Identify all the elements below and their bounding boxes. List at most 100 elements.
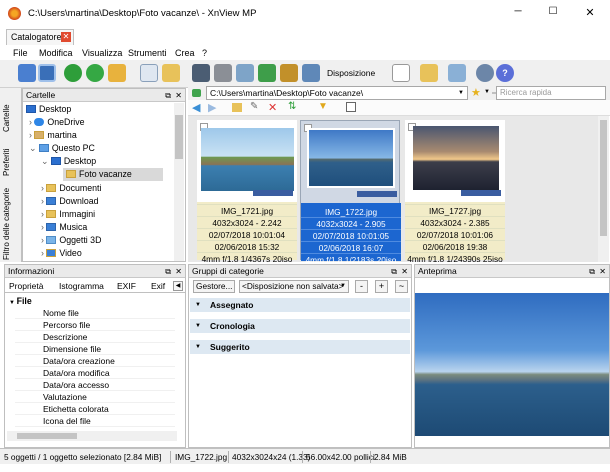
prop-row: Nome file <box>15 307 175 319</box>
export-icon[interactable] <box>236 64 254 82</box>
folders-scrollbar[interactable] <box>174 103 184 261</box>
undock-icon[interactable]: ⧉ <box>391 265 397 278</box>
menu-help[interactable]: ? <box>202 48 207 58</box>
undock-icon[interactable]: ⧉ <box>589 265 595 278</box>
tree-label: Immagini <box>59 209 96 219</box>
tree-icon[interactable] <box>448 64 466 82</box>
thumb-info-exif: 4mm f/1.8 1/4367s 20iso <box>197 252 297 264</box>
scrollbar-thumb[interactable] <box>17 433 77 439</box>
tree-item-desktop[interactable]: Desktop <box>26 103 71 116</box>
print-icon[interactable] <box>214 64 232 82</box>
tree-item-foto-vacanze[interactable]: Foto vacanze <box>63 168 163 181</box>
layout-dropdown[interactable]: Disposizione ▼ <box>327 66 383 93</box>
back-arrow-icon[interactable]: ◀ <box>192 101 200 114</box>
tab-istogramma[interactable]: Istogramma <box>59 279 104 293</box>
tab-catalogatore[interactable]: Catalogatore ✕ <box>6 29 74 45</box>
slideshow-icon[interactable] <box>280 64 298 82</box>
thumb-filename: IMG_1721.jpg <box>197 204 297 216</box>
file-icon[interactable] <box>140 64 158 82</box>
tree-label: Oggetti 3D <box>59 235 102 245</box>
tree-item-oggetti-3d[interactable]: › Oggetti 3D <box>41 234 101 247</box>
tree-item-documenti[interactable]: › Documenti <box>41 182 101 195</box>
manage-button[interactable]: Gestore... <box>193 280 235 293</box>
filter-icon[interactable]: ▼ <box>318 101 328 112</box>
section-header-file[interactable]: ▼ File <box>9 295 169 307</box>
chevron-down-icon[interactable]: ▼ <box>458 87 464 99</box>
layout-select[interactable]: <Disposizione non salvata> ▼ <box>239 280 349 293</box>
thumbnail-card[interactable]: IMG_1721.jpg 4032x3024 - 2.242 02/07/201… <box>197 120 297 264</box>
minus-button[interactable]: - <box>355 280 368 293</box>
quick-search-input[interactable]: Ricerca rapida <box>496 86 606 100</box>
tree-item-onedrive[interactable]: › OneDrive <box>29 116 85 129</box>
view-mode-icon[interactable] <box>392 64 410 82</box>
group-cronologia[interactable]: ▼ Cronologia <box>190 319 410 333</box>
info-scrollbar[interactable] <box>7 431 177 441</box>
binoculars-icon[interactable] <box>192 64 210 82</box>
compare-icon[interactable] <box>302 64 320 82</box>
categories-title: Gruppi di categorie <box>192 266 264 276</box>
undock-icon[interactable]: ⧉ <box>165 265 171 278</box>
scrollbar-thumb[interactable] <box>600 120 607 236</box>
tree-item-musica[interactable]: › Musica <box>41 221 87 234</box>
menu-visualizza[interactable]: Visualizza <box>82 48 122 58</box>
settings-icon[interactable] <box>476 64 494 82</box>
tag-icon[interactable] <box>108 64 126 82</box>
help-icon[interactable]: ? <box>496 64 514 82</box>
menu-file[interactable]: File <box>13 48 28 58</box>
tree-item-martina[interactable]: › martina <box>29 129 77 142</box>
tab-exif-ext[interactable]: Exif <box>151 279 165 293</box>
tree-item-desktop-sub[interactable]: ⌄ Desktop <box>41 155 96 168</box>
panel-close-icon[interactable]: ✕ <box>175 89 182 102</box>
address-input[interactable]: C:\Users\martina\Desktop\Foto vacanze\ ▼ <box>206 86 468 100</box>
status-filesize: 2.84 MiB <box>374 452 407 462</box>
new-folder-icon[interactable] <box>232 103 242 112</box>
tree-item-video[interactable]: › Video <box>41 247 82 257</box>
edit-icon[interactable]: ✎ <box>250 101 258 112</box>
thumbnail-card-selected[interactable]: IMG_1722.jpg 4032x3024 - 2.905 02/07/201… <box>300 120 401 265</box>
sync-icon[interactable] <box>86 64 104 82</box>
side-tab-cartelle[interactable]: Cartelle <box>2 92 11 132</box>
convert-icon[interactable] <box>258 64 276 82</box>
more-button[interactable]: ~ <box>395 280 408 293</box>
menu-strumenti[interactable]: Strumenti <box>128 48 167 58</box>
status-divider <box>170 451 171 463</box>
tree-item-download[interactable]: › Download <box>41 195 99 208</box>
menu-crea[interactable]: Crea <box>175 48 195 58</box>
sort-icon[interactable] <box>420 64 438 82</box>
grid-view-icon[interactable] <box>346 102 356 112</box>
star-dropdown-icon[interactable]: ▼ <box>484 89 490 95</box>
thumbnail-card[interactable]: IMG_1727.jpg 4032x3024 - 2.385 02/07/201… <box>405 120 505 264</box>
maximize-icon[interactable]: ☐ <box>545 6 561 20</box>
prop-row: Data/ora accesso <box>15 379 175 391</box>
tab-close-icon[interactable]: ✕ <box>61 32 71 42</box>
address-text: C:\Users\martina\Desktop\Foto vacanze\ <box>210 88 364 98</box>
plus-button[interactable]: + <box>375 280 388 293</box>
minimize-icon[interactable]: ─ <box>510 6 526 20</box>
side-tab-preferiti[interactable]: Preferiti <box>2 136 11 176</box>
star-icon[interactable]: ★ <box>471 86 481 99</box>
undock-icon[interactable]: ⧉ <box>165 89 171 102</box>
refresh-icon[interactable] <box>64 64 82 82</box>
side-tab-filtro[interactable]: Filtro delle categorie <box>2 180 11 260</box>
group-suggerito[interactable]: ▼ Suggerito <box>190 340 410 354</box>
info-panel: Informazioni ⧉ ✕ Proprietà Istogramma EX… <box>4 264 186 448</box>
group-assegnato[interactable]: ▼ Assegnato <box>190 298 410 312</box>
forward-arrow-icon[interactable]: ▶ <box>208 101 216 114</box>
menu-modifica[interactable]: Modifica <box>39 48 73 58</box>
sort-arrows-icon[interactable]: ⇅ <box>288 101 296 112</box>
move-icon[interactable] <box>162 64 180 82</box>
fullscreen-icon[interactable] <box>38 64 56 82</box>
browser-icon[interactable] <box>18 64 36 82</box>
close-icon[interactable]: ✕ <box>582 6 598 20</box>
tree-item-immagini[interactable]: › Immagini <box>41 208 95 221</box>
delete-icon[interactable]: ✕ <box>268 101 277 114</box>
thumbnails-scrollbar[interactable] <box>598 116 609 262</box>
panel-close-icon[interactable]: ✕ <box>599 265 606 278</box>
scrollbar-thumb[interactable] <box>175 115 183 159</box>
tree-item-questo-pc[interactable]: ⌄ Questo PC <box>29 142 95 155</box>
panel-close-icon[interactable]: ✕ <box>401 265 408 278</box>
tab-scroll-icon[interactable]: ◀ <box>173 281 183 291</box>
tab-exif[interactable]: EXIF <box>117 279 136 293</box>
panel-close-icon[interactable]: ✕ <box>175 265 182 278</box>
tab-proprieta[interactable]: Proprietà <box>9 279 44 293</box>
